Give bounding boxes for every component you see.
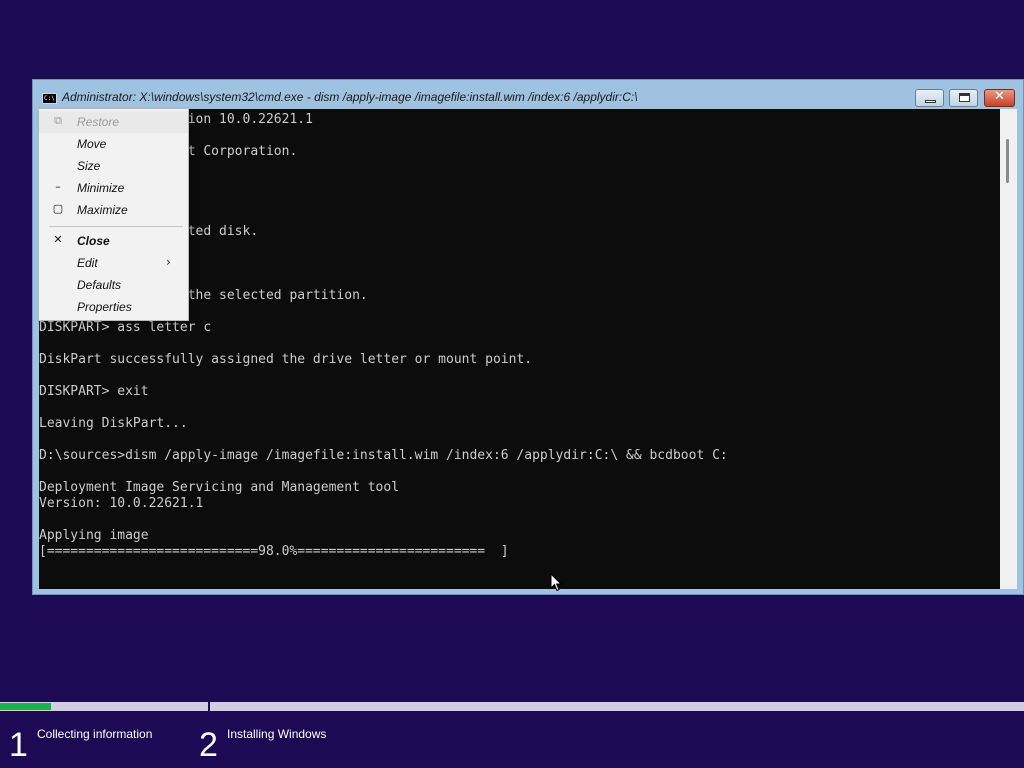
menu-separator (49, 226, 183, 227)
step-1-number: 1 (9, 726, 28, 764)
system-menu: ⧉ Restore Move Size – Minimize ▢ Maximize ✕ Close… (38, 108, 189, 321)
menu-item-label: Restore (77, 115, 120, 129)
close-button[interactable]: ✕ (984, 89, 1015, 107)
maximize-icon: ▢ (52, 202, 64, 215)
mouse-pointer-icon (550, 573, 562, 592)
step-2-number: 2 (199, 726, 218, 764)
console-line: [===========================98.0%=======… (39, 544, 509, 559)
menu-item-properties[interactable]: Properties (39, 296, 188, 318)
menu-item-edit[interactable]: Edit › (39, 252, 188, 274)
menu-item-move[interactable]: Move (39, 133, 188, 155)
menu-item-label: Move (77, 137, 107, 151)
maximize-icon (959, 93, 970, 102)
menu-item-close[interactable]: ✕ Close (39, 230, 188, 252)
menu-item-label: Properties (77, 300, 132, 314)
menu-item-label: Close (77, 234, 110, 248)
minimize-button[interactable] (915, 89, 944, 107)
menu-item-defaults[interactable]: Defaults (39, 274, 188, 296)
step-1-label: Collecting information (37, 727, 153, 741)
menu-item-label: Defaults (77, 278, 122, 292)
menu-item-minimize[interactable]: – Minimize (39, 177, 188, 199)
menu-item-label: Size (77, 159, 101, 173)
window-title: Administrator: X:\windows\system32\cmd.e… (62, 90, 638, 104)
console-line: DISKPART> ass letter c (39, 320, 212, 335)
minimize-icon: – (55, 180, 61, 193)
submenu-arrow-icon: › (166, 255, 171, 269)
console-line: Leaving DiskPart... (39, 416, 188, 431)
setup-progress-bar (0, 702, 1024, 711)
step-divider (208, 698, 210, 714)
menu-item-label: Edit (77, 256, 98, 270)
menu-item-size[interactable]: Size (39, 155, 188, 177)
menu-item-label: Minimize (77, 181, 125, 195)
console-icon[interactable]: C:\ (42, 93, 57, 104)
console-line: Deployment Image Servicing and Managemen… (39, 480, 400, 495)
console-line: DISKPART> exit (39, 384, 149, 399)
console-line: DiskPart successfully assigned the drive… (39, 352, 533, 367)
restore-icon: ⧉ (54, 114, 62, 127)
vertical-scrollbar[interactable] (1000, 109, 1017, 589)
menu-item-maximize[interactable]: ▢ Maximize (39, 199, 188, 221)
title-bar[interactable]: C:\ Administrator: X:\windows\system32\c… (33, 80, 1023, 110)
console-line: D:\sources>dism /apply-image /imagefile:… (39, 448, 728, 463)
maximize-button[interactable] (949, 89, 978, 107)
console-line: Applying image (39, 528, 149, 543)
close-icon: ✕ (994, 89, 1005, 104)
console-line: Version: 10.0.22621.1 (39, 496, 204, 511)
step-2-label: Installing Windows (227, 727, 327, 741)
menu-item-restore: ⧉ Restore (39, 111, 188, 133)
close-icon: ✕ (53, 233, 63, 246)
setup-progress-fill (0, 703, 52, 710)
menu-item-label: Maximize (77, 203, 128, 217)
minimize-icon (925, 100, 936, 103)
scrollbar-thumb[interactable] (1006, 139, 1009, 183)
